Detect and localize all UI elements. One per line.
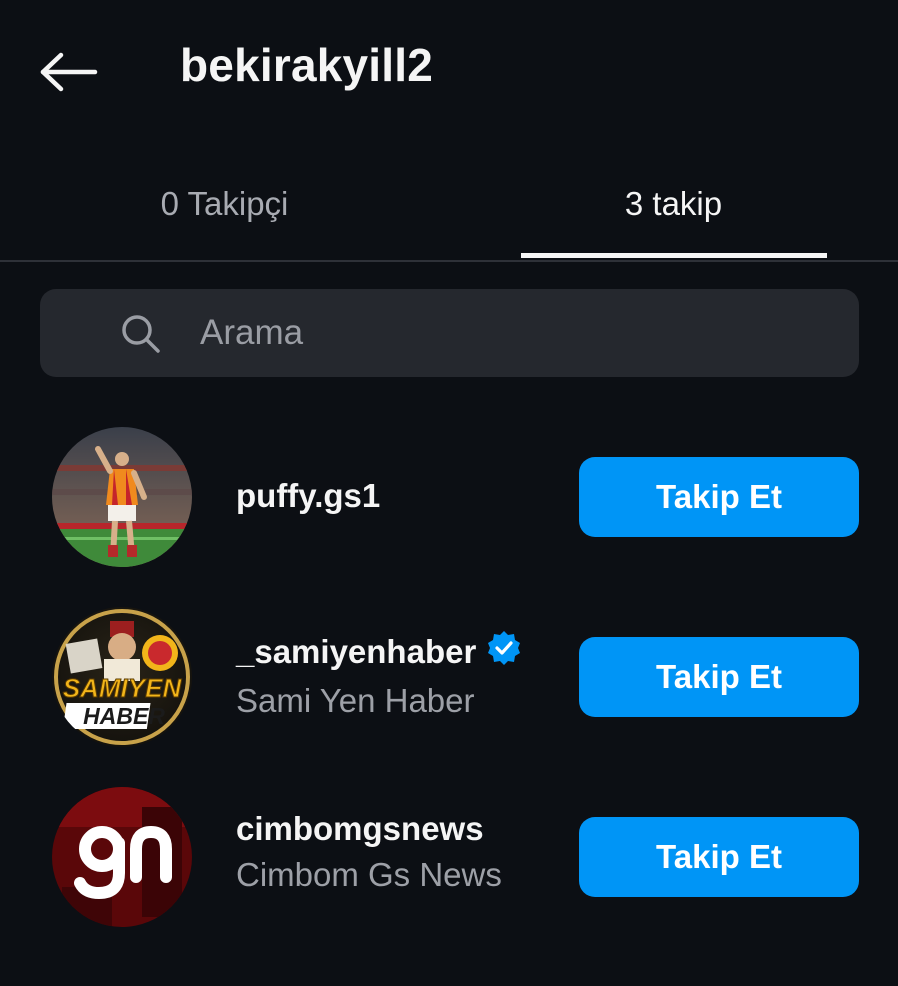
- full-name: Sami Yen Haber: [236, 682, 475, 719]
- username[interactable]: cimbomgsnews: [236, 810, 502, 848]
- search-bar[interactable]: [40, 289, 859, 377]
- search-icon: [122, 315, 160, 353]
- football-player-avatar[interactable]: [52, 427, 192, 567]
- username[interactable]: puffy.gs1: [236, 477, 380, 515]
- account-names: _samiyenhaber Sami Yen Haber: [236, 630, 522, 720]
- haber-logo-text: HABER: [83, 703, 165, 729]
- arrow-left-icon: [40, 52, 98, 92]
- gn-logo-avatar[interactable]: [52, 787, 192, 927]
- username[interactable]: _samiyenhaber: [236, 630, 522, 674]
- tab-followers[interactable]: 0 Takipçi: [0, 150, 449, 258]
- follow-button[interactable]: Takip Et: [579, 817, 859, 897]
- tab-following[interactable]: 3 takip: [449, 150, 898, 258]
- back-button[interactable]: [36, 44, 102, 100]
- top-bar: bekirakyill2: [0, 0, 898, 140]
- page-title: bekirakyill2: [180, 39, 434, 91]
- active-tab-indicator: [521, 253, 827, 258]
- samiyen-logo-text: SAMIYEN: [63, 673, 183, 703]
- account-names: cimbomgsnews Cimbom Gs News: [236, 810, 502, 894]
- full-name: Cimbom Gs News: [236, 856, 502, 893]
- verified-badge-icon: [486, 630, 522, 674]
- follow-button[interactable]: Takip Et: [579, 457, 859, 537]
- samiyen-haber-logo-avatar[interactable]: SAMIYEN HABER: [52, 607, 192, 747]
- list-item: cimbomgsnews Cimbom Gs News Takip Et: [0, 782, 898, 932]
- list-item: SAMIYEN HABER _samiyenhaber Sami Yen Hab…: [0, 602, 898, 752]
- list-item: puffy.gs1 Takip Et: [0, 422, 898, 572]
- account-names: puffy.gs1: [236, 477, 380, 515]
- tab-bar: 0 Takipçi 3 takip: [0, 150, 898, 262]
- follow-button[interactable]: Takip Et: [579, 637, 859, 717]
- search-input[interactable]: [200, 307, 820, 359]
